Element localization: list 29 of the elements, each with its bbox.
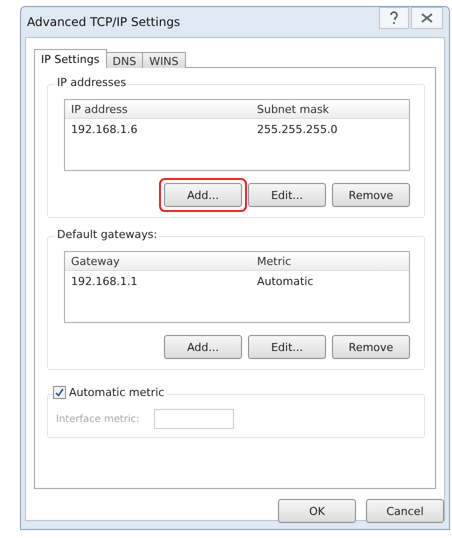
ok-button[interactable]: OK [278,499,356,523]
checkbox-label: Automatic metric [69,386,164,399]
help-icon[interactable] [379,7,409,29]
tab[interactable]: WINS [142,52,186,68]
group-title: IP addresses [55,76,128,89]
list-cell-text: 255.255.255.0 [256,122,338,136]
window-title: Advanced TCP/IP Settings [27,15,182,29]
field-label: Interface metric: [56,414,140,424]
remove-button[interactable]: Remove [332,183,410,207]
list-view[interactable]: IP address Subnet mask 192.168.1.6 255.255.255.0 [64,99,410,171]
column-header[interactable]: IP address [71,102,237,116]
list-cell-text: 192.168.1.1 [71,274,138,288]
remove-button[interactable]: Remove [332,335,410,359]
list-cell-text: Automatic [256,274,314,288]
interface-metric-field[interactable] [154,409,234,429]
tab[interactable]: DNS [106,52,144,68]
list-cell-text: 192.168.1.6 [71,122,138,136]
cancel-button[interactable]: Cancel [366,499,444,523]
column-header[interactable]: Subnet mask [237,102,403,116]
tab[interactable]: IP Settings [34,49,106,68]
list-view[interactable]: Gateway Metric 192.168.1.1 Automatic [64,251,410,323]
edit-button[interactable]: Edit... [248,183,326,207]
add-button[interactable]: Add... [164,335,242,359]
close-icon[interactable] [411,7,443,29]
edit-button[interactable]: Edit... [248,335,326,359]
column-header[interactable]: Metric [237,254,403,268]
add-button[interactable]: Add... [164,183,242,207]
group-title: Default gateways: [55,228,160,241]
column-header[interactable]: Gateway [71,254,237,268]
